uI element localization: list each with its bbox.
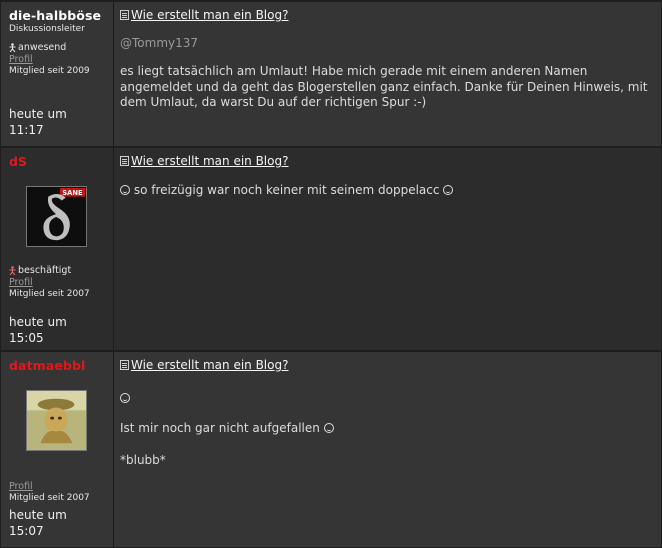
post-content: Wie erstellt man ein Blog? Ist mir noch … (114, 352, 661, 547)
post-subject: Wie erstellt man ein Blog? (120, 358, 661, 372)
post-body: es liegt tatsächlich am Umlaut! Habe mic… (120, 64, 661, 111)
post-content: Wie erstellt man ein Blog? @Tommy137 es … (114, 2, 661, 146)
user-info: datmaebbl Profil Mitglied seit 2007 heut… (1, 352, 114, 547)
profile-link[interactable]: Profil (9, 277, 113, 288)
member-since: Mitglied seit 2007 (9, 493, 90, 503)
post-timestamp: heute um 15:05 (9, 314, 67, 346)
post-date: heute um (9, 315, 67, 329)
post-timestamp: heute um 15:07 (9, 507, 67, 539)
document-icon (120, 156, 129, 166)
avatar[interactable] (26, 390, 87, 451)
post-subject-link[interactable]: Wie erstellt man ein Blog? (131, 8, 288, 22)
mention: @Tommy137 (120, 36, 199, 50)
document-icon (120, 10, 129, 20)
member-since: Mitglied seit 2007 (9, 289, 90, 299)
user-status-label: anwesend (18, 42, 67, 53)
post: datmaebbl Profil Mitglied seit 2007 heut… (1, 351, 661, 547)
post-content: Wie erstellt man ein Blog? so freizügig … (114, 148, 661, 350)
avatar[interactable]: SANE (26, 186, 87, 247)
post-timestamp: heute um 11:17 (9, 106, 67, 138)
user-info: die-halbböse Diskussionsleiter anwesend … (1, 2, 114, 146)
post-line (120, 391, 661, 407)
username[interactable]: dS (9, 154, 113, 169)
user-status: beschäftigt (9, 265, 113, 276)
post-body: so freizügig war noch keiner mit seinem … (120, 183, 661, 199)
post-time: 15:07 (9, 524, 44, 538)
post-subject-link[interactable]: Wie erstellt man ein Blog? (131, 154, 288, 168)
smiley-icon (443, 185, 454, 195)
post-subject: Wie erstellt man ein Blog? (120, 154, 661, 168)
username[interactable]: datmaebbl (9, 358, 113, 373)
smiley-icon (120, 185, 130, 195)
post-text: so freizügig war noch keiner mit seinem … (133, 183, 440, 197)
post-time: 11:17 (9, 123, 44, 137)
post-line: Ist mir noch gar nicht aufgefallen (120, 421, 661, 437)
post-body: Ist mir noch gar nicht aufgefallen *blub… (120, 391, 661, 469)
post-date: heute um (9, 107, 67, 121)
profile-link[interactable]: Profil (9, 54, 113, 65)
user-role: Diskussionsleiter (9, 24, 85, 34)
post-text: es liegt tatsächlich am Umlaut! Habe mic… (120, 64, 648, 109)
forum-thread: die-halbböse Diskussionsleiter anwesend … (0, 0, 662, 548)
post: dS SANE beschäftigt Profil Mitglied seit… (1, 147, 661, 350)
smiley-icon (120, 393, 130, 403)
post-line: so freizügig war noch keiner mit seinem … (120, 183, 661, 199)
person-icon (9, 266, 16, 275)
document-icon (120, 360, 129, 370)
username[interactable]: die-halbböse (9, 8, 113, 23)
user-status-label: beschäftigt (18, 265, 72, 276)
smiley-icon (323, 422, 334, 433)
member-since: Mitglied seit 2009 (9, 66, 90, 76)
post-subject-link[interactable]: Wie erstellt man ein Blog? (131, 358, 288, 372)
post-time: 15:05 (9, 331, 44, 345)
post-text: Ist mir noch gar nicht aufgefallen (120, 420, 320, 435)
user-info: dS SANE beschäftigt Profil Mitglied seit… (1, 148, 114, 350)
person-icon (9, 43, 16, 52)
post: die-halbböse Diskussionsleiter anwesend … (1, 1, 661, 146)
post-date: heute um (9, 508, 67, 522)
avatar-badge: SANE (62, 189, 83, 197)
user-status: anwesend (9, 42, 113, 53)
post-text: *blubb* (120, 453, 166, 467)
post-subject: Wie erstellt man ein Blog? (120, 8, 661, 22)
profile-link[interactable]: Profil (9, 481, 113, 492)
